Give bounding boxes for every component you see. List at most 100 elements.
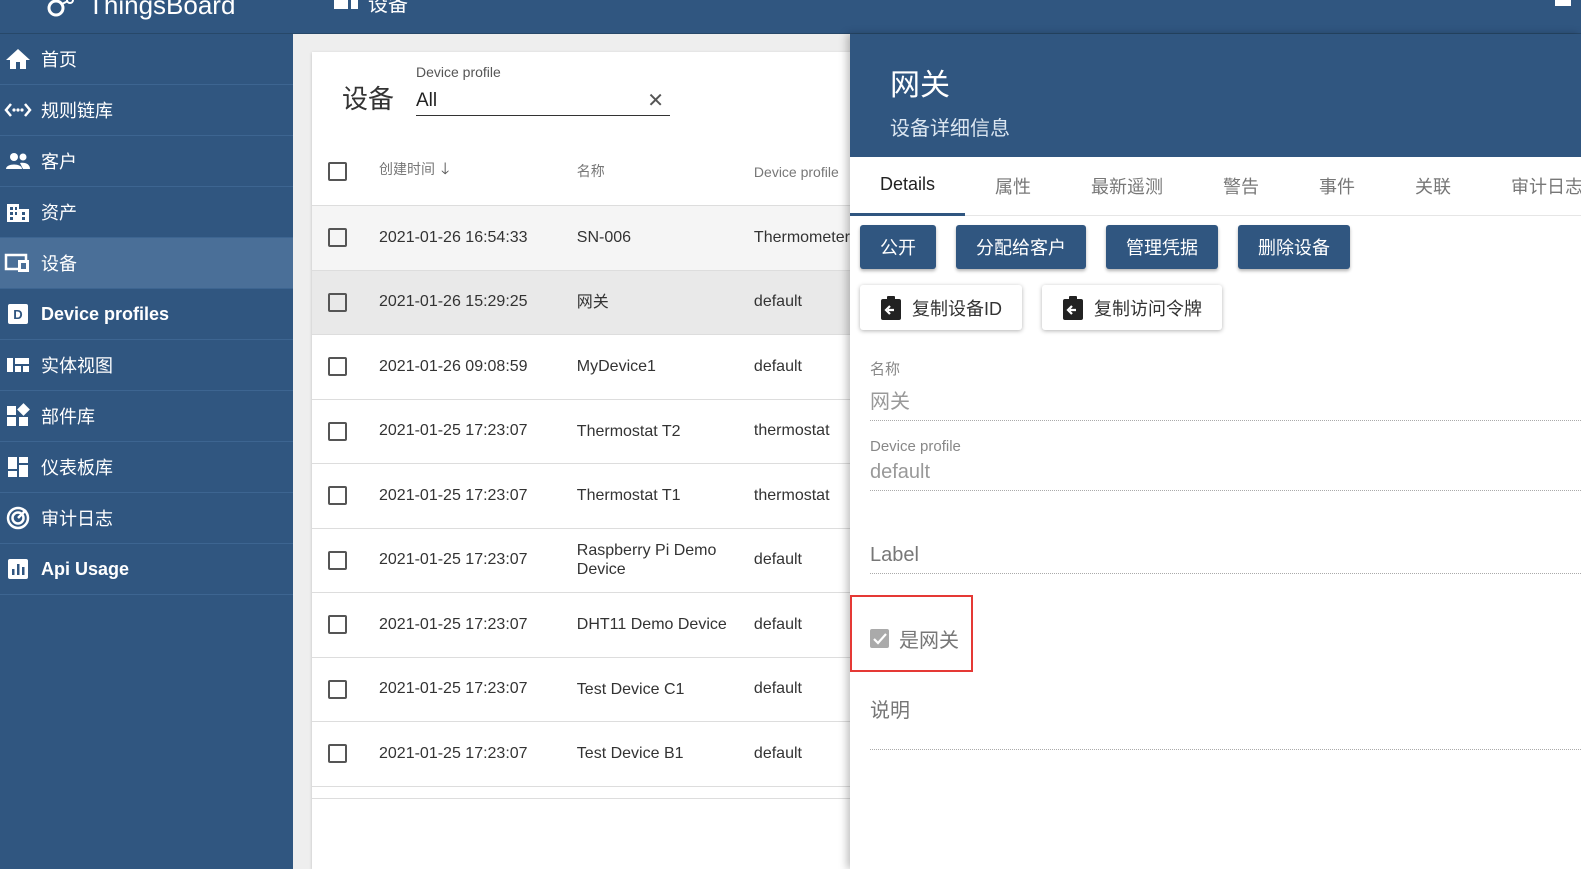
row-checkbox[interactable] [328, 421, 347, 441]
sidebar-item-label: 设备 [41, 254, 77, 274]
delete-device-button[interactable]: 删除设备 [1238, 225, 1350, 269]
row-checkbox[interactable] [328, 744, 347, 764]
name-field[interactable]: 名称 网关 [870, 358, 1581, 421]
device-profile-icon: D [4, 300, 32, 328]
sidebar-item-label: 首页 [41, 50, 77, 70]
sidebar-item-dashboards[interactable]: 仪表板库 [0, 442, 293, 493]
widgets-icon [4, 402, 32, 430]
is-gateway-checkbox[interactable]: 是网关 [870, 624, 959, 653]
sidebar-item-home[interactable]: 首页 [0, 34, 293, 85]
filter-label: Device profile [416, 64, 501, 80]
device-list-card: 设备 Device profile All ✕ 创建时间 🡓 名称 Device … [312, 52, 872, 869]
tab-events[interactable]: 事件 [1289, 157, 1385, 216]
top-bar: ThingsBoard 设备 [0, 0, 1581, 34]
profile-field-label: Device profile [870, 438, 961, 455]
cell-created: 2021-01-25 17:23:07 [379, 486, 528, 504]
row-checkbox[interactable] [328, 292, 347, 312]
tab-attributes[interactable]: 属性 [965, 157, 1061, 216]
row-checkbox[interactable] [328, 228, 347, 248]
table-row[interactable]: 2021-01-25 17:23:07 DHT11 Demo Device de… [312, 593, 872, 658]
filter-value: All [416, 89, 438, 111]
device-profile-field[interactable]: Device profile default [870, 438, 1581, 491]
devices-icon [334, 0, 358, 9]
cell-created: 2021-01-26 15:29:25 [379, 293, 528, 311]
cell-name: 网关 [576, 293, 609, 311]
people-icon [4, 147, 32, 175]
table-row[interactable]: 2021-01-26 15:29:25 网关 default [312, 270, 872, 335]
table-row[interactable]: 2021-01-26 09:08:59 MyDevice1 default [312, 335, 872, 400]
sidebar-item-entity-views[interactable]: 实体视图 [0, 340, 293, 391]
brand-name: ThingsBoard [88, 0, 236, 20]
table-header: 创建时间 🡓 名称 Device profile [312, 138, 872, 206]
sidebar: 首页 规则链库 客户 资产 设备 D Device profiles 实体视图 … [0, 34, 293, 869]
building-icon [4, 198, 32, 226]
row-checkbox[interactable] [328, 679, 347, 699]
column-header-name[interactable]: 名称 [577, 162, 754, 181]
sidebar-item-assets[interactable]: 资产 [0, 187, 293, 238]
action-buttons: 公开 分配给客户 管理凭据 删除设备 [860, 225, 1350, 269]
logo[interactable]: ThingsBoard [36, 0, 235, 20]
row-checkbox[interactable] [328, 357, 347, 377]
list-title: 设备 [342, 84, 395, 114]
row-checkbox[interactable] [328, 550, 347, 570]
column-header-created[interactable]: 创建时间 🡓 [379, 158, 577, 185]
clipboard-arrow-icon [881, 295, 901, 320]
tab-details[interactable]: Details [850, 157, 966, 216]
sidebar-item-device-profiles[interactable]: D Device profiles [0, 289, 293, 340]
dashboard-icon [4, 453, 32, 481]
label-field-placeholder: Label [870, 544, 1581, 574]
sidebar-item-customers[interactable]: 客户 [0, 136, 293, 187]
name-field-label: 名称 [870, 361, 901, 378]
more-icon[interactable] [1555, 0, 1571, 6]
devices-icon [4, 249, 32, 277]
row-checkbox[interactable] [328, 615, 347, 635]
detail-tabs: Details 属性 最新遥测 警告 事件 关联 审计日志 [850, 157, 1581, 216]
make-public-button[interactable]: 公开 [860, 225, 936, 269]
table-row[interactable]: 2021-01-25 17:23:07 Test Device B1 defau… [312, 722, 872, 787]
row-checkbox[interactable] [328, 486, 347, 506]
device-profile-filter[interactable]: Device profile All ✕ [416, 64, 670, 116]
sidebar-item-audit-logs[interactable]: 审计日志 [0, 493, 293, 544]
description-field-placeholder: 说明 [870, 694, 1581, 750]
copy-access-token-button[interactable]: 复制访问令牌 [1042, 285, 1222, 330]
tab-latest-telemetry[interactable]: 最新遥测 [1061, 157, 1193, 216]
assign-customer-button[interactable]: 分配给客户 [956, 225, 1086, 269]
sidebar-item-devices[interactable]: 设备 [0, 238, 293, 289]
tab-audit-logs[interactable]: 审计日志 [1481, 157, 1581, 216]
detail-header: 网关 设备详细信息 [850, 34, 1581, 157]
tab-alarms[interactable]: 警告 [1193, 157, 1289, 216]
tab-relations[interactable]: 关联 [1385, 157, 1481, 216]
table-row[interactable]: 2021-01-25 17:23:07 Thermostat T2 thermo… [312, 400, 872, 464]
view-quilt-icon [4, 351, 32, 379]
table-row[interactable]: 2021-01-26 16:54:33 SN-006 Thermometer [312, 206, 872, 271]
cell-created: 2021-01-26 16:54:33 [379, 228, 528, 246]
sidebar-item-widgets[interactable]: 部件库 [0, 391, 293, 442]
sidebar-item-label: 客户 [41, 152, 77, 172]
sidebar-item-api-usage[interactable]: Api Usage [0, 544, 293, 595]
is-gateway-label: 是网关 [899, 630, 959, 652]
copy-device-id-button[interactable]: 复制设备ID [860, 285, 1022, 330]
table-row[interactable]: 2021-01-25 17:23:07 Raspberry Pi Demo De… [312, 529, 872, 593]
top-page-title: 设备 [332, 0, 408, 17]
cell-name: Raspberry Pi Demo Device [576, 542, 717, 579]
chart-icon [4, 555, 32, 583]
filter-select[interactable]: All ✕ [416, 86, 670, 116]
clear-icon[interactable]: ✕ [647, 88, 664, 113]
track-changes-icon [4, 504, 32, 532]
description-field[interactable]: 说明 [870, 694, 1581, 750]
sidebar-item-rule-chains[interactable]: 规则链库 [0, 85, 293, 136]
cell-name: DHT11 Demo Device [576, 616, 727, 634]
thingsboard-logo-icon [47, 0, 74, 17]
cell-created: 2021-01-25 17:23:07 [379, 680, 528, 698]
device-detail-panel: 网关 设备详细信息 Details 属性 最新遥测 警告 事件 关联 审计日志 … [850, 34, 1581, 869]
select-all-checkbox[interactable] [328, 162, 347, 181]
table-footer-divider [312, 787, 872, 799]
label-field[interactable]: Label [870, 544, 1581, 574]
table-row[interactable]: 2021-01-25 17:23:07 Thermostat T1 thermo… [312, 464, 872, 529]
manage-credentials-button[interactable]: 管理凭据 [1106, 225, 1218, 269]
cell-name: Thermostat T2 [576, 422, 681, 440]
home-icon [4, 45, 32, 73]
table-row[interactable]: 2021-01-25 17:23:07 Test Device C1 defau… [312, 658, 872, 722]
code-arrows-icon [4, 96, 32, 124]
cell-created: 2021-01-26 09:08:59 [379, 357, 528, 375]
